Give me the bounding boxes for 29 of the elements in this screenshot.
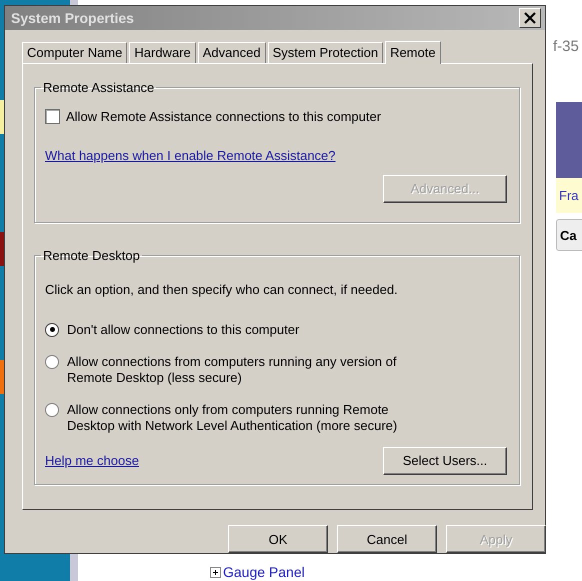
dialog-button[interactable]: OK: [228, 525, 328, 553]
group-legend: Remote Assistance: [41, 80, 156, 95]
instruction-text: Click an option, and then specify who can connect, if needed.: [45, 282, 399, 297]
link[interactable]: Fra: [559, 188, 578, 203]
radio-label: Don't allow connections to this computer: [67, 322, 300, 338]
tab-title: f-35: [553, 38, 579, 55]
select-users-button[interactable]: Select Users...: [383, 446, 507, 475]
close-icon: [523, 10, 537, 25]
radio-label: Allow connections only from computers running Remote Desktop with Network Level Authentication (more secure): [67, 402, 398, 434]
radio-button[interactable]: [45, 402, 59, 417]
page-button[interactable]: Ca: [556, 219, 582, 251]
close-button[interactable]: [519, 8, 541, 28]
window-title: System Properties: [11, 10, 134, 26]
radio-button[interactable]: [45, 354, 59, 369]
radio-button[interactable]: [45, 322, 59, 337]
help-link[interactable]: Help me choose: [45, 453, 139, 468]
tab[interactable]: Advanced: [198, 42, 266, 63]
tab[interactable]: Remote: [385, 40, 441, 64]
checkbox[interactable]: [45, 108, 60, 124]
group-legend: Remote Desktop: [41, 248, 142, 263]
tab[interactable]: Hardware: [129, 42, 196, 63]
checkbox-label: Allow Remote Assistance connections to this computer: [66, 108, 382, 124]
tree-item[interactable]: Gauge Panel: [223, 564, 305, 580]
tab[interactable]: Computer Name: [22, 42, 128, 63]
help-link[interactable]: What happens when I enable Remote Assistance?: [45, 148, 336, 163]
tab[interactable]: System Protection: [268, 42, 384, 63]
radio-label: Allow connections from computers running any version of Remote Desktop (less secure): [67, 354, 398, 386]
expand-icon[interactable]: [210, 566, 221, 578]
dialog-button[interactable]: Cancel: [337, 525, 437, 553]
